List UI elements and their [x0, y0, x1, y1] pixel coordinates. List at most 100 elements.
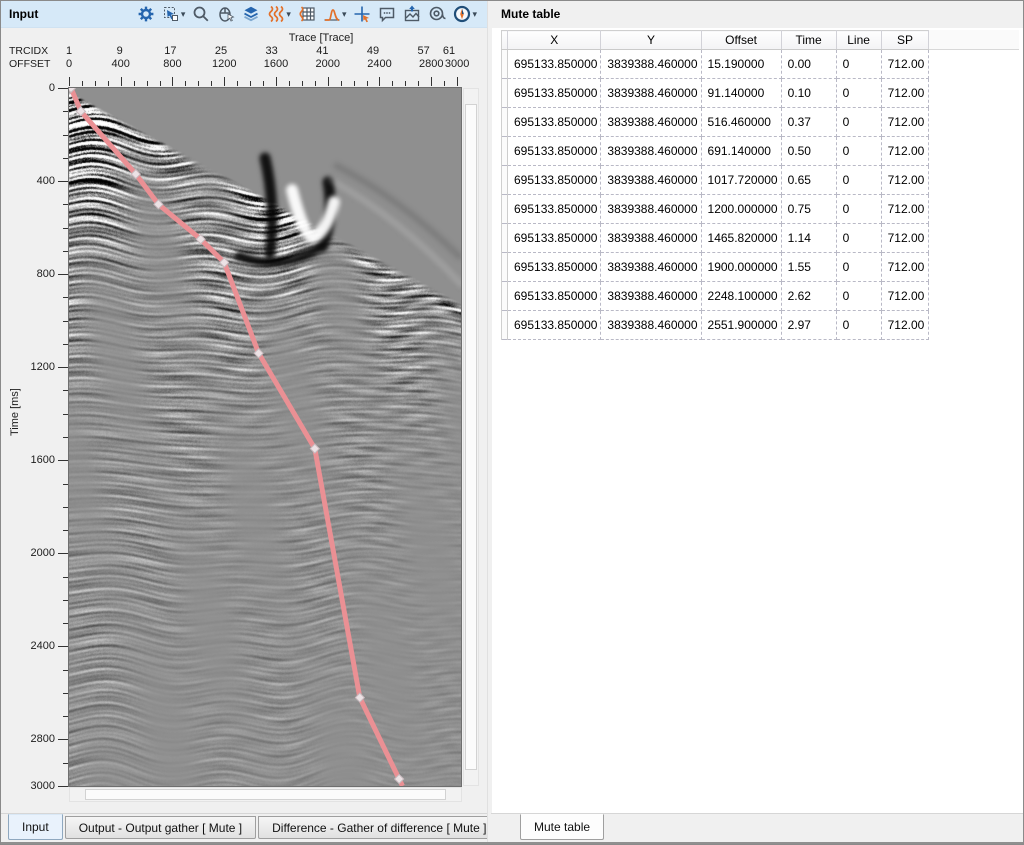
cell-time[interactable]: 2.62: [781, 282, 836, 311]
vertical-scroll-thumb[interactable]: [465, 104, 477, 770]
compass-button[interactable]: ▾: [452, 3, 478, 25]
cell-offset[interactable]: 91.140000: [701, 79, 781, 108]
cell-line[interactable]: 0: [836, 79, 881, 108]
cell-y[interactable]: 3839388.460000: [601, 166, 701, 195]
cell-time[interactable]: 2.97: [781, 311, 836, 340]
cell-sp[interactable]: 712.00: [881, 166, 929, 195]
app-window: Input ▾▾▾▾ Trace [Trace]TRCIDXOFFSET1917…: [0, 0, 1024, 845]
mouse-mode-button[interactable]: [216, 3, 236, 25]
cell-time[interactable]: 0.65: [781, 166, 836, 195]
cell-line[interactable]: 0: [836, 311, 881, 340]
cell-line[interactable]: 0: [836, 108, 881, 137]
cell-offset[interactable]: 2551.900000: [701, 311, 781, 340]
qc-tool-button[interactable]: [427, 3, 447, 25]
pick-tool-button[interactable]: [352, 3, 372, 25]
cell-y[interactable]: 3839388.460000: [601, 195, 701, 224]
cell-x[interactable]: 695133.850000: [508, 166, 601, 195]
mute-line[interactable]: [71, 88, 403, 786]
cell-x[interactable]: 695133.850000: [508, 79, 601, 108]
cell-line[interactable]: 0: [836, 253, 881, 282]
dropdown-caret-icon[interactable]: ▾: [286, 10, 291, 19]
tab-mute-table[interactable]: Mute table: [520, 814, 604, 840]
cell-offset[interactable]: 1200.000000: [701, 195, 781, 224]
horizontal-scrollbar[interactable]: [69, 787, 462, 802]
cell-time[interactable]: 0.37: [781, 108, 836, 137]
cell-time[interactable]: 0.00: [781, 50, 836, 79]
cell-line[interactable]: 0: [836, 224, 881, 253]
cell-sp[interactable]: 712.00: [881, 50, 929, 79]
cell-y[interactable]: 3839388.460000: [601, 311, 701, 340]
dropdown-caret-icon[interactable]: ▾: [181, 10, 186, 19]
cell-sp[interactable]: 712.00: [881, 137, 929, 166]
cell-y[interactable]: 3839388.460000: [601, 79, 701, 108]
cell-y[interactable]: 3839388.460000: [601, 50, 701, 79]
column-header-offset[interactable]: Offset: [701, 31, 781, 50]
cell-line[interactable]: 0: [836, 137, 881, 166]
scroll-down-icon[interactable]: [464, 770, 478, 785]
cell-x[interactable]: 695133.850000: [508, 195, 601, 224]
cell-x[interactable]: 695133.850000: [508, 253, 601, 282]
column-header-x[interactable]: X: [508, 31, 601, 50]
cell-line[interactable]: 0: [836, 282, 881, 311]
cell-line[interactable]: 0: [836, 50, 881, 79]
scroll-left-icon[interactable]: [70, 788, 85, 801]
trace-axis-title: Trace [Trace]: [289, 32, 354, 44]
horizontal-scroll-thumb[interactable]: [85, 789, 446, 800]
cell-time[interactable]: 1.55: [781, 253, 836, 282]
cell-sp[interactable]: 712.00: [881, 79, 929, 108]
export-image-button[interactable]: [402, 3, 422, 25]
column-header-line[interactable]: Line: [836, 31, 881, 50]
cell-offset[interactable]: 1900.000000: [701, 253, 781, 282]
zoom-button[interactable]: [191, 3, 211, 25]
cell-sp[interactable]: 712.00: [881, 195, 929, 224]
cell-time[interactable]: 0.50: [781, 137, 836, 166]
wiggle-display-button[interactable]: ▾: [266, 3, 292, 25]
cell-offset[interactable]: 516.460000: [701, 108, 781, 137]
scroll-up-icon[interactable]: [464, 89, 478, 104]
column-header-y[interactable]: Y: [601, 31, 701, 50]
trcidx-tick-label: 61: [443, 45, 455, 57]
cell-x[interactable]: 695133.850000: [508, 108, 601, 137]
cell-sp[interactable]: 712.00: [881, 224, 929, 253]
cell-x[interactable]: 695133.850000: [508, 50, 601, 79]
cell-time[interactable]: 0.10: [781, 79, 836, 108]
cell-line[interactable]: 0: [836, 195, 881, 224]
tab-difference[interactable]: Difference - Gather of difference [ Mute…: [258, 816, 500, 839]
amplitude-curve-button[interactable]: ▾: [322, 3, 348, 25]
cell-x[interactable]: 695133.850000: [508, 137, 601, 166]
cell-x[interactable]: 695133.850000: [508, 224, 601, 253]
cell-y[interactable]: 3839388.460000: [601, 137, 701, 166]
cell-y[interactable]: 3839388.460000: [601, 282, 701, 311]
cell-offset[interactable]: 691.140000: [701, 137, 781, 166]
cell-x[interactable]: 695133.850000: [508, 311, 601, 340]
cell-sp[interactable]: 712.00: [881, 108, 929, 137]
cell-sp[interactable]: 712.00: [881, 253, 929, 282]
cell-sp[interactable]: 712.00: [881, 282, 929, 311]
dropdown-caret-icon[interactable]: ▾: [342, 10, 347, 19]
settings-button[interactable]: [136, 3, 156, 25]
cell-offset[interactable]: 2248.100000: [701, 282, 781, 311]
vertical-scrollbar[interactable]: [463, 88, 479, 786]
scroll-right-icon[interactable]: [446, 788, 461, 801]
column-header-time[interactable]: Time: [781, 31, 836, 50]
cell-offset[interactable]: 15.190000: [701, 50, 781, 79]
offset-tick-mark: [276, 77, 277, 86]
cell-sp[interactable]: 712.00: [881, 311, 929, 340]
cell-time[interactable]: 0.75: [781, 195, 836, 224]
cell-offset[interactable]: 1465.820000: [701, 224, 781, 253]
cell-time[interactable]: 1.14: [781, 224, 836, 253]
tab-input[interactable]: Input: [8, 814, 63, 840]
column-header-sp[interactable]: SP: [881, 31, 929, 50]
dropdown-caret-icon[interactable]: ▾: [472, 10, 477, 19]
layers-button[interactable]: [241, 3, 261, 25]
cell-y[interactable]: 3839388.460000: [601, 108, 701, 137]
cell-x[interactable]: 695133.850000: [508, 282, 601, 311]
select-mode-button[interactable]: ▾: [161, 3, 187, 25]
comment-button[interactable]: [377, 3, 397, 25]
cell-line[interactable]: 0: [836, 166, 881, 195]
cell-offset[interactable]: 1017.720000: [701, 166, 781, 195]
cell-y[interactable]: 3839388.460000: [601, 224, 701, 253]
tab-output[interactable]: Output - Output gather [ Mute ]: [65, 816, 256, 839]
cell-y[interactable]: 3839388.460000: [601, 253, 701, 282]
trace-table-button[interactable]: [297, 3, 317, 25]
